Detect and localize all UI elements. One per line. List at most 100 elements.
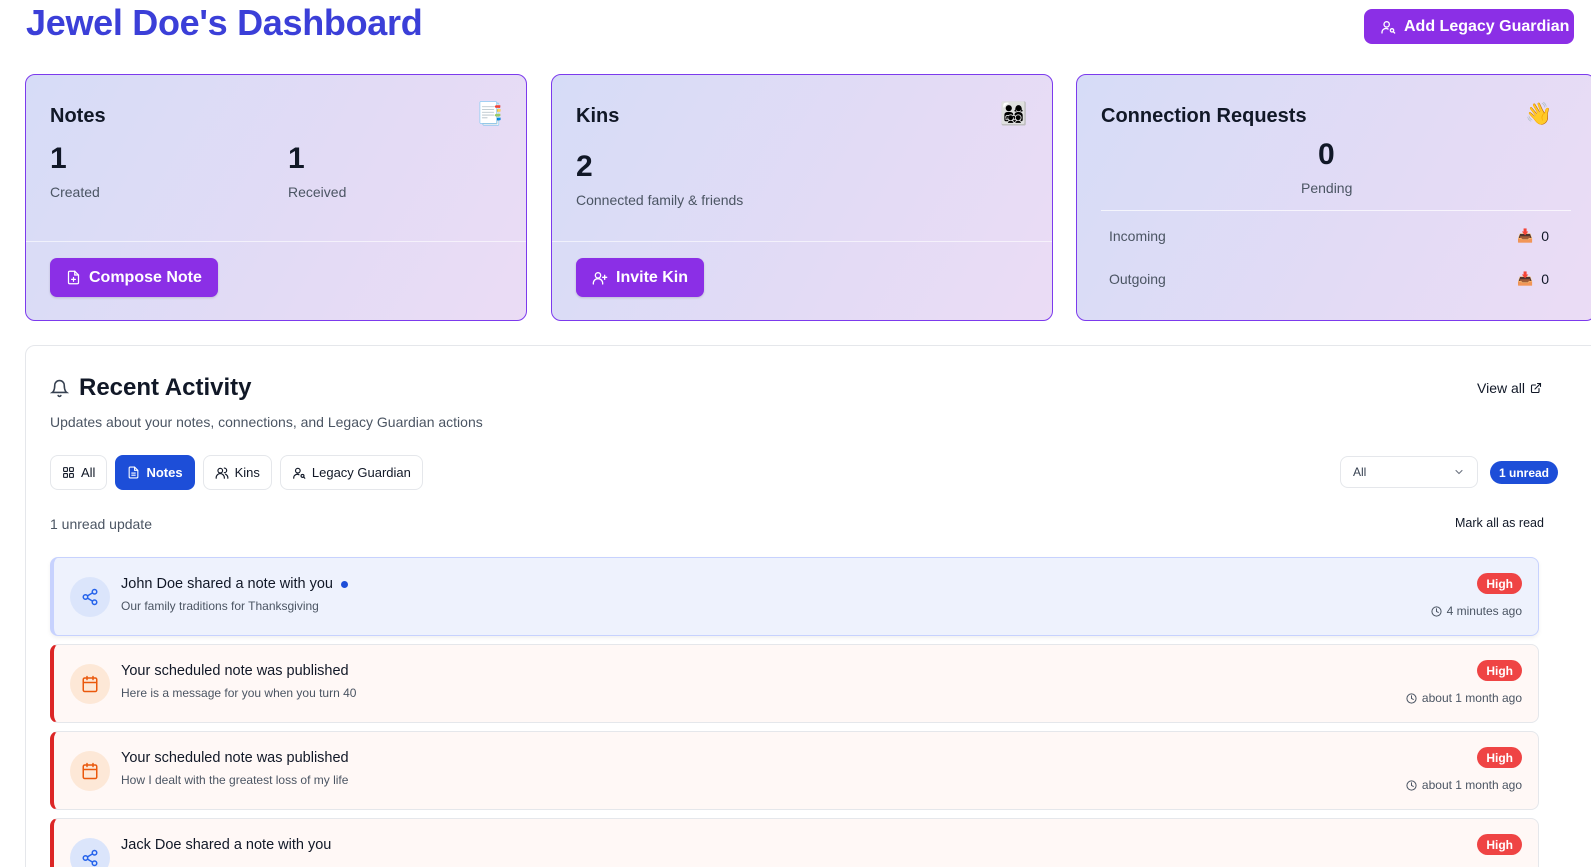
activity-item-time: 4 minutes ago [1431,604,1522,618]
item-icon-wrapper [70,838,110,867]
document-icon [129,466,139,479]
page-title: Jewel Doe's Dashboard [26,2,423,43]
share-icon [82,849,98,867]
recent-activity-title: Recent Activity [79,374,252,401]
clock-icon [1406,779,1417,791]
activity-item-description: How I dealt with the greatest loss of my… [121,773,349,787]
user-key-icon [1381,20,1396,34]
notes-received-count: 1 [288,142,305,175]
activity-item-description: Here is a message for you when you turn … [121,686,357,700]
user-plus-icon [592,271,608,285]
incoming-count: 0 [1541,228,1549,244]
connection-divider [1101,210,1571,211]
recent-activity-subtitle: Updates about your notes, connections, a… [50,414,483,430]
priority-badge: High [1477,573,1522,594]
notes-created-count: 1 [50,142,67,175]
activity-item[interactable]: Your scheduled note was published Here i… [50,644,1539,723]
tab-legacy-guardian[interactable]: Legacy Guardian [279,455,423,490]
activity-item-title-row: Your scheduled note was published [121,663,349,679]
connection-requests-card: Connection Requests 👋 0 Pending Incoming… [1076,74,1591,321]
activity-filter-select[interactable]: All [1340,456,1478,488]
calendar-icon [82,762,98,780]
pending-label: Pending [1301,180,1353,196]
kins-card: Kins 👨‍👩‍👧‍👦 2 Connected family & friend… [551,74,1053,321]
family-emoji-icon: 👨‍👩‍👧‍👦 [1000,101,1028,126]
unread-summary: 1 unread update [50,516,152,532]
priority-badge: High [1477,660,1522,681]
clock-icon [1431,605,1442,617]
users-icon [215,466,228,479]
kins-count-label: Connected family & friends [576,192,744,208]
activity-item-time-text: about 1 month ago [1421,691,1522,705]
outgoing-label: Outgoing [1109,271,1166,287]
activity-item-title-row: John Doe shared a note with you [121,576,348,592]
notes-card-divider [26,241,526,242]
notes-card: Notes 📑 1 Created 1 Received Compose Not… [25,74,527,321]
pending-count: 0 [1318,138,1335,171]
unread-count-badge: 1 unread [1490,461,1559,484]
priority-badge: High [1477,834,1522,855]
notes-emoji-icon: 📑 [476,101,504,126]
external-link-icon [1530,382,1542,394]
recent-activity-panel: Recent Activity Updates about your notes… [25,345,1591,867]
activity-item-time-text: 4 minutes ago [1446,604,1522,618]
item-icon-wrapper [70,577,110,617]
tab-kins[interactable]: Kins [202,455,272,490]
filter-select-value: All [1353,465,1367,479]
notes-created-label: Created [50,184,100,200]
waving-hand-icon: 👋 [1525,101,1553,126]
bell-icon [50,379,69,397]
activity-item-title: Your scheduled note was published [121,663,349,679]
tab-legacy-guardian-label: Legacy Guardian [311,465,411,480]
outgoing-count: 0 [1541,271,1549,287]
user-key-icon [293,467,306,479]
kins-card-divider [552,241,1052,242]
notes-card-title: Notes [50,105,106,127]
outgoing-count-group: 📥 0 [1517,271,1549,287]
recent-activity-header: Recent Activity [50,374,252,402]
tab-kins-label: Kins [234,465,260,480]
kins-count: 2 [576,150,593,183]
tab-all-label: All [81,465,96,480]
activity-item-title: Jack Doe shared a note with you [121,837,332,853]
tab-all[interactable]: All [50,455,108,490]
activity-item[interactable]: Jack Doe shared a note with you High [50,818,1539,867]
incoming-row[interactable]: Incoming 📥 0 [1109,228,1549,244]
priority-badge: High [1477,747,1522,768]
invite-kin-label: Invite Kin [616,268,689,286]
activity-item[interactable]: John Doe shared a note with you Our fami… [50,557,1539,636]
grid-icon [63,467,74,478]
unread-dot [341,580,348,588]
compose-note-label: Compose Note [89,268,202,286]
incoming-label: Incoming [1109,228,1166,244]
activity-item-title-row: Jack Doe shared a note with you [121,837,331,853]
clock-icon [1406,692,1417,704]
invite-kin-button[interactable]: Invite Kin [576,258,705,297]
add-legacy-guardian-label: Add Legacy Guardian [1404,17,1570,35]
activity-item-time: about 1 month ago [1406,778,1522,792]
calendar-icon [82,675,98,693]
incoming-count-group: 📥 0 [1517,228,1549,244]
mark-all-read-button[interactable]: Mark all as read [1455,516,1544,530]
activity-item-title: Your scheduled note was published [121,750,349,766]
connection-requests-title: Connection Requests [1101,105,1307,127]
compose-note-button[interactable]: Compose Note [50,258,218,297]
kins-card-title: Kins [576,105,620,127]
file-plus-icon [67,270,80,285]
activity-item-time-text: about 1 month ago [1421,778,1522,792]
activity-item[interactable]: Your scheduled note was published How I … [50,731,1539,810]
activity-item-title: John Doe shared a note with you [121,576,333,592]
tab-notes[interactable]: Notes [115,455,195,490]
view-all-link[interactable]: View all [1477,380,1542,396]
notes-received-label: Received [288,184,347,200]
view-all-label: View all [1477,380,1525,396]
outgoing-row[interactable]: Outgoing 📥 0 [1109,271,1549,287]
tab-notes-label: Notes [146,465,183,480]
activity-filter-tabs: All Notes Kins Legacy Guardian [50,455,423,490]
item-icon-wrapper [70,751,110,791]
activity-item-title-row: Your scheduled note was published [121,750,349,766]
outbox-tray-icon: 📥 [1517,271,1534,286]
inbox-tray-icon: 📥 [1517,228,1534,243]
add-legacy-guardian-button[interactable]: Add Legacy Guardian [1364,9,1574,44]
item-icon-wrapper [70,664,110,704]
